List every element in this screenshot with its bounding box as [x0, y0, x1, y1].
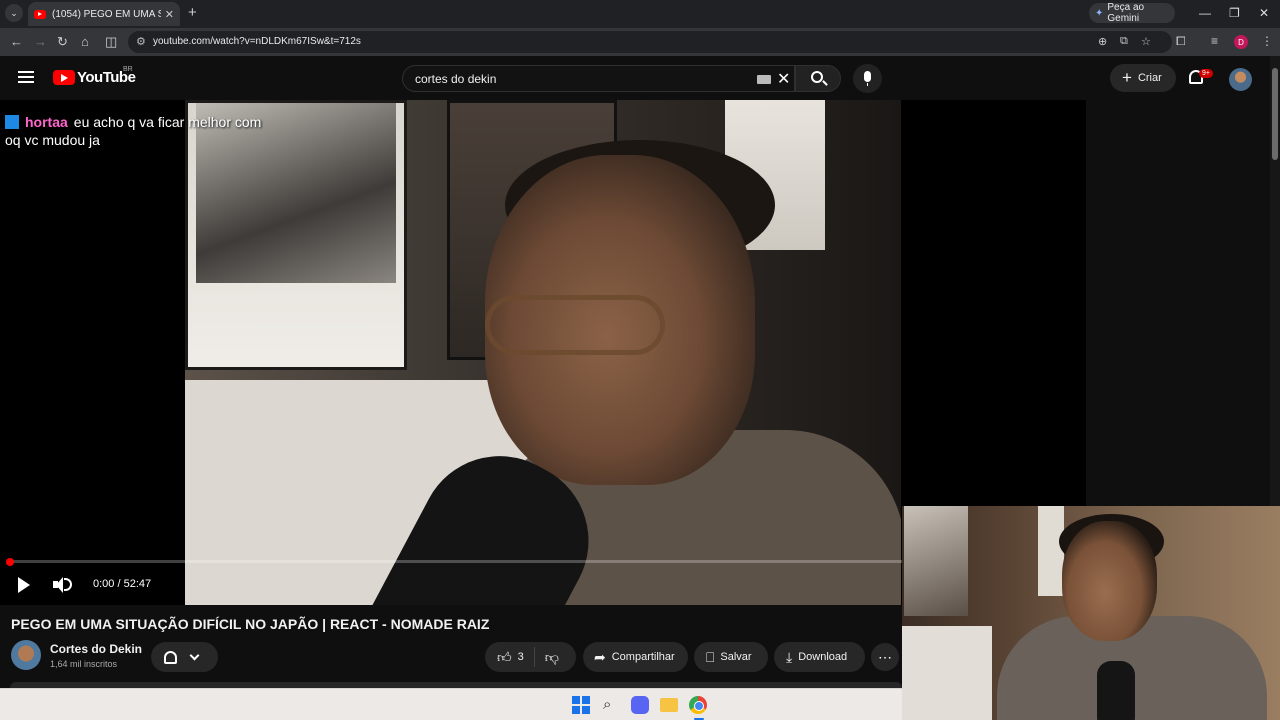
- browser-menu-icon[interactable]: ⋮: [1261, 34, 1273, 48]
- youtube-favicon-icon: [34, 9, 46, 19]
- forward-icon[interactable]: →: [34, 34, 47, 50]
- cam-wall-poster: [1038, 506, 1064, 596]
- divider: [533, 647, 535, 667]
- plus-icon: +: [1122, 68, 1132, 87]
- youtube-header: YouTube BR cortes do dekin ✕ + Criar 9+: [0, 56, 1270, 100]
- search-button[interactable]: [795, 65, 841, 92]
- subscription-bell-button[interactable]: [151, 642, 218, 672]
- download-button[interactable]: ⤓ Download: [774, 642, 865, 672]
- tab-title: (1054) PEGO EM UMA SITUAÇÃ...: [52, 8, 161, 20]
- zoom-icon[interactable]: ⊕: [1098, 35, 1107, 48]
- file-explorer-icon[interactable]: [660, 698, 678, 712]
- share-button[interactable]: ➦ Compartilhar: [583, 642, 688, 672]
- subscriber-count: 1,64 mil inscritos: [50, 659, 118, 669]
- gemini-label: Peça ao Gemini: [1107, 2, 1145, 24]
- progress-bar[interactable]: [10, 560, 902, 563]
- chat-badge-icon: [5, 115, 19, 129]
- search-icon: [811, 71, 823, 83]
- youtube-logo-icon[interactable]: [53, 70, 75, 85]
- close-tab-icon[interactable]: ✕: [165, 8, 174, 21]
- channel-name[interactable]: Cortes do Dekin: [50, 642, 142, 656]
- notification-badge: 9+: [1199, 69, 1213, 78]
- channel-avatar[interactable]: [11, 640, 41, 670]
- create-button[interactable]: + Criar: [1110, 64, 1176, 92]
- extensions-icon[interactable]: ⧠: [1176, 34, 1186, 49]
- time-display: 0:00 / 52:47: [93, 578, 152, 590]
- scrollbar-thumb[interactable]: [1272, 68, 1278, 160]
- url-text: youtube.com/watch?v=nDLDKm67ISw&t=712s: [153, 36, 361, 47]
- minimize-icon[interactable]: —: [1199, 6, 1211, 20]
- gemini-icon: ✦: [1095, 7, 1104, 19]
- home-icon[interactable]: ⌂: [81, 34, 89, 50]
- like-count[interactable]: 3: [518, 651, 524, 663]
- taskbar-search-icon[interactable]: ⌕: [603, 696, 621, 714]
- like-dislike-group: 👍︎ 3 👎︎: [485, 642, 576, 672]
- play-icon[interactable]: [18, 577, 30, 593]
- keyboard-icon[interactable]: [757, 75, 771, 84]
- download-icon: ⤓: [786, 648, 793, 665]
- discord-icon[interactable]: [631, 696, 649, 714]
- browser-toolbar: ← → ↻ ⌂ ◫ ⚙ youtube.com/watch?v=nDLDKm67…: [0, 28, 1280, 56]
- reload-icon[interactable]: ↻: [57, 34, 68, 50]
- new-tab-icon[interactable]: +: [188, 5, 197, 21]
- bookmark-star-icon[interactable]: ☆: [1141, 35, 1151, 48]
- bell-icon: [164, 650, 177, 664]
- back-icon[interactable]: ←: [10, 34, 23, 50]
- share-label: Compartilhar: [611, 651, 675, 663]
- search-query: cortes do dekin: [415, 72, 497, 86]
- create-label: Criar: [1137, 72, 1162, 84]
- split-view-icon[interactable]: ◫: [105, 34, 117, 50]
- profile-avatar[interactable]: D: [1234, 35, 1248, 49]
- cam-wall-poster: [904, 506, 968, 616]
- cam-person-head: [1062, 521, 1157, 641]
- chat-overlay: hortaa eu acho q va ficar melhor com oq v…: [5, 113, 265, 149]
- windows-start-icon[interactable]: [572, 696, 590, 714]
- share-icon: ➦: [594, 648, 606, 665]
- microphone-icon: [864, 71, 871, 86]
- cam-wall-mural: [902, 626, 992, 720]
- search-input[interactable]: cortes do dekin ✕: [402, 65, 795, 92]
- restore-icon[interactable]: ❐: [1229, 6, 1240, 20]
- progress-scrubber[interactable]: [6, 558, 14, 566]
- tab-search-icon[interactable]: ⌄: [5, 4, 23, 22]
- chevron-down-icon: [189, 650, 200, 660]
- install-app-icon[interactable]: ⧉: [1120, 35, 1128, 48]
- site-info-icon[interactable]: ⚙: [136, 35, 146, 48]
- clear-search-icon[interactable]: ✕: [777, 69, 790, 89]
- dislike-icon[interactable]: 👎︎: [545, 649, 559, 666]
- os-taskbar: ⌕: [0, 688, 902, 720]
- video-frame: [185, 100, 901, 605]
- like-icon[interactable]: 👍︎: [497, 649, 512, 666]
- gemini-button[interactable]: ✦ Peça ao Gemini: [1089, 2, 1175, 24]
- browser-tab-bar: ⌄ (1054) PEGO EM UMA SITUAÇÃ... ✕ + ✦ Pe…: [0, 0, 1280, 28]
- country-code: BR: [123, 66, 133, 73]
- video-title: PEGO EM UMA SITUAÇÃO DIFÍCIL NO JAPÃO | …: [11, 616, 490, 632]
- chat-username: hortaa: [25, 114, 68, 130]
- more-actions-icon[interactable]: ⋯: [871, 643, 899, 671]
- download-label: Download: [798, 651, 848, 663]
- address-bar[interactable]: ⚙ youtube.com/watch?v=nDLDKm67ISw&t=712s…: [128, 31, 1172, 53]
- account-avatar[interactable]: [1229, 68, 1252, 91]
- hamburger-menu-icon[interactable]: [18, 71, 34, 83]
- voice-search-button[interactable]: [853, 64, 882, 93]
- glasses: [485, 295, 665, 355]
- webcam-overlay: [902, 506, 1280, 720]
- media-controls-icon[interactable]: ≡: [1211, 34, 1218, 48]
- chrome-icon[interactable]: [689, 696, 707, 714]
- bookmark-icon: ⎕: [706, 648, 715, 665]
- browser-tab[interactable]: (1054) PEGO EM UMA SITUAÇÃ... ✕: [28, 2, 180, 26]
- close-window-icon[interactable]: ✕: [1259, 6, 1269, 20]
- cam-microphone: [1097, 661, 1135, 720]
- save-button[interactable]: ⎕ Salvar: [694, 642, 768, 672]
- save-label: Salvar: [720, 651, 752, 663]
